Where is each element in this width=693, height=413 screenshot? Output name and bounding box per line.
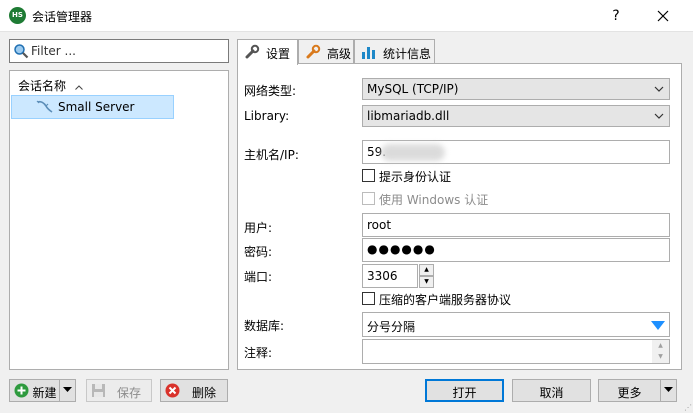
library-label: Library: xyxy=(244,109,290,123)
tree-column-header[interactable]: 会话名称 xyxy=(18,77,83,94)
wrench-icon xyxy=(305,44,321,63)
more-dropdown-arrow[interactable] xyxy=(660,380,676,401)
delete-button[interactable]: 删除 xyxy=(160,379,228,402)
title-bar: HS 会话管理器 ? xyxy=(0,0,693,32)
network-type-label: 网络类型: xyxy=(244,84,297,98)
column-header-label: 会话名称 xyxy=(18,79,67,93)
host-label: 主机名/IP: xyxy=(244,148,299,162)
port-stepper[interactable]: ▲ ▼ xyxy=(419,264,434,288)
chevron-down-icon xyxy=(654,83,664,97)
tab-statistics[interactable]: 统计信息 xyxy=(354,39,435,64)
tab-settings[interactable]: 设置 xyxy=(237,39,298,65)
password-label: 密码: xyxy=(244,245,273,259)
chevron-down-icon xyxy=(654,110,664,124)
database-select[interactable]: 分号分隔 xyxy=(362,312,670,337)
window-title: 会话管理器 xyxy=(32,10,93,24)
bar-chart-icon xyxy=(361,44,377,63)
open-button-label: 打开 xyxy=(452,386,477,400)
session-tree[interactable]: 会话名称 Small Server xyxy=(9,70,229,370)
session-name: Small Server xyxy=(58,100,135,114)
stepper-down-icon[interactable]: ▼ xyxy=(419,276,434,288)
user-value: root xyxy=(367,218,392,232)
cancel-button-label: 取消 xyxy=(539,386,564,400)
host-input[interactable]: 59. xyxy=(362,140,670,164)
save-button-label: 保存 xyxy=(116,386,141,400)
tab-label: 高级 xyxy=(327,47,352,61)
database-value: 分号分隔 xyxy=(367,320,416,334)
save-disk-icon xyxy=(91,383,106,401)
tab-advanced[interactable]: 高级 xyxy=(298,39,354,64)
save-button[interactable]: 保存 xyxy=(86,379,152,402)
app-logo-icon: HS xyxy=(9,7,26,24)
open-button[interactable]: 打开 xyxy=(425,379,504,402)
triangle-down-icon xyxy=(651,320,665,334)
comment-textarea[interactable]: ▲ ▼ xyxy=(362,339,670,364)
compress-protocol-label: 压缩的客户端服务器协议 xyxy=(379,293,512,307)
prompt-credentials-label: 提示身份认证 xyxy=(379,170,452,184)
wrench-icon xyxy=(244,44,260,63)
library-select[interactable]: libmariadb.dll xyxy=(362,105,670,127)
more-button-label: 更多 xyxy=(617,386,642,400)
comment-scrollbar[interactable]: ▲ ▼ xyxy=(652,340,669,363)
tab-label: 设置 xyxy=(266,47,291,61)
password-input[interactable]: ●●●●●● xyxy=(362,238,670,262)
network-type-select[interactable]: MySQL (TCP/IP) xyxy=(362,78,670,100)
new-button-label: 新建 xyxy=(32,386,57,400)
port-label: 端口: xyxy=(244,270,273,284)
close-icon xyxy=(657,10,669,22)
delete-circle-icon xyxy=(165,383,180,401)
plus-circle-icon xyxy=(14,383,29,401)
stepper-up-icon[interactable]: ▲ xyxy=(419,264,434,276)
resize-grip-icon[interactable]: ⋰ xyxy=(684,403,692,412)
port-value: 3306 xyxy=(367,269,398,283)
database-label: 数据库: xyxy=(244,319,285,333)
settings-panel: 网络类型: MySQL (TCP/IP) Library: libmariadb… xyxy=(237,63,682,370)
search-icon xyxy=(13,43,29,62)
new-dropdown-arrow[interactable] xyxy=(59,380,75,401)
more-button[interactable]: 更多 xyxy=(598,379,677,402)
comment-label: 注释: xyxy=(244,346,273,360)
cancel-button[interactable]: 取消 xyxy=(512,379,591,402)
user-input[interactable]: root xyxy=(362,213,670,237)
windows-auth-label: 使用 Windows 认证 xyxy=(379,193,489,207)
help-button[interactable]: ? xyxy=(604,5,628,27)
sort-ascending-icon xyxy=(72,83,83,93)
new-button[interactable]: 新建 xyxy=(9,379,76,402)
redacted-blur xyxy=(381,144,445,161)
prompt-credentials-checkbox[interactable] xyxy=(362,169,375,182)
filter-placeholder: Filter ... xyxy=(31,44,76,58)
library-value: libmariadb.dll xyxy=(367,109,450,123)
session-item-small-server[interactable]: Small Server xyxy=(11,95,174,119)
port-input[interactable]: 3306 xyxy=(362,264,418,288)
delete-button-label: 删除 xyxy=(191,386,216,400)
network-type-value: MySQL (TCP/IP) xyxy=(367,82,459,96)
close-button[interactable] xyxy=(651,5,675,27)
windows-auth-checkbox[interactable] xyxy=(362,192,375,205)
compress-protocol-checkbox[interactable] xyxy=(362,292,375,305)
tab-label: 统计信息 xyxy=(383,47,432,61)
filter-input[interactable]: Filter ... xyxy=(9,39,229,63)
password-value: ●●●●●● xyxy=(367,242,436,256)
user-label: 用户: xyxy=(244,221,273,235)
mysql-dolphin-icon xyxy=(36,99,54,118)
